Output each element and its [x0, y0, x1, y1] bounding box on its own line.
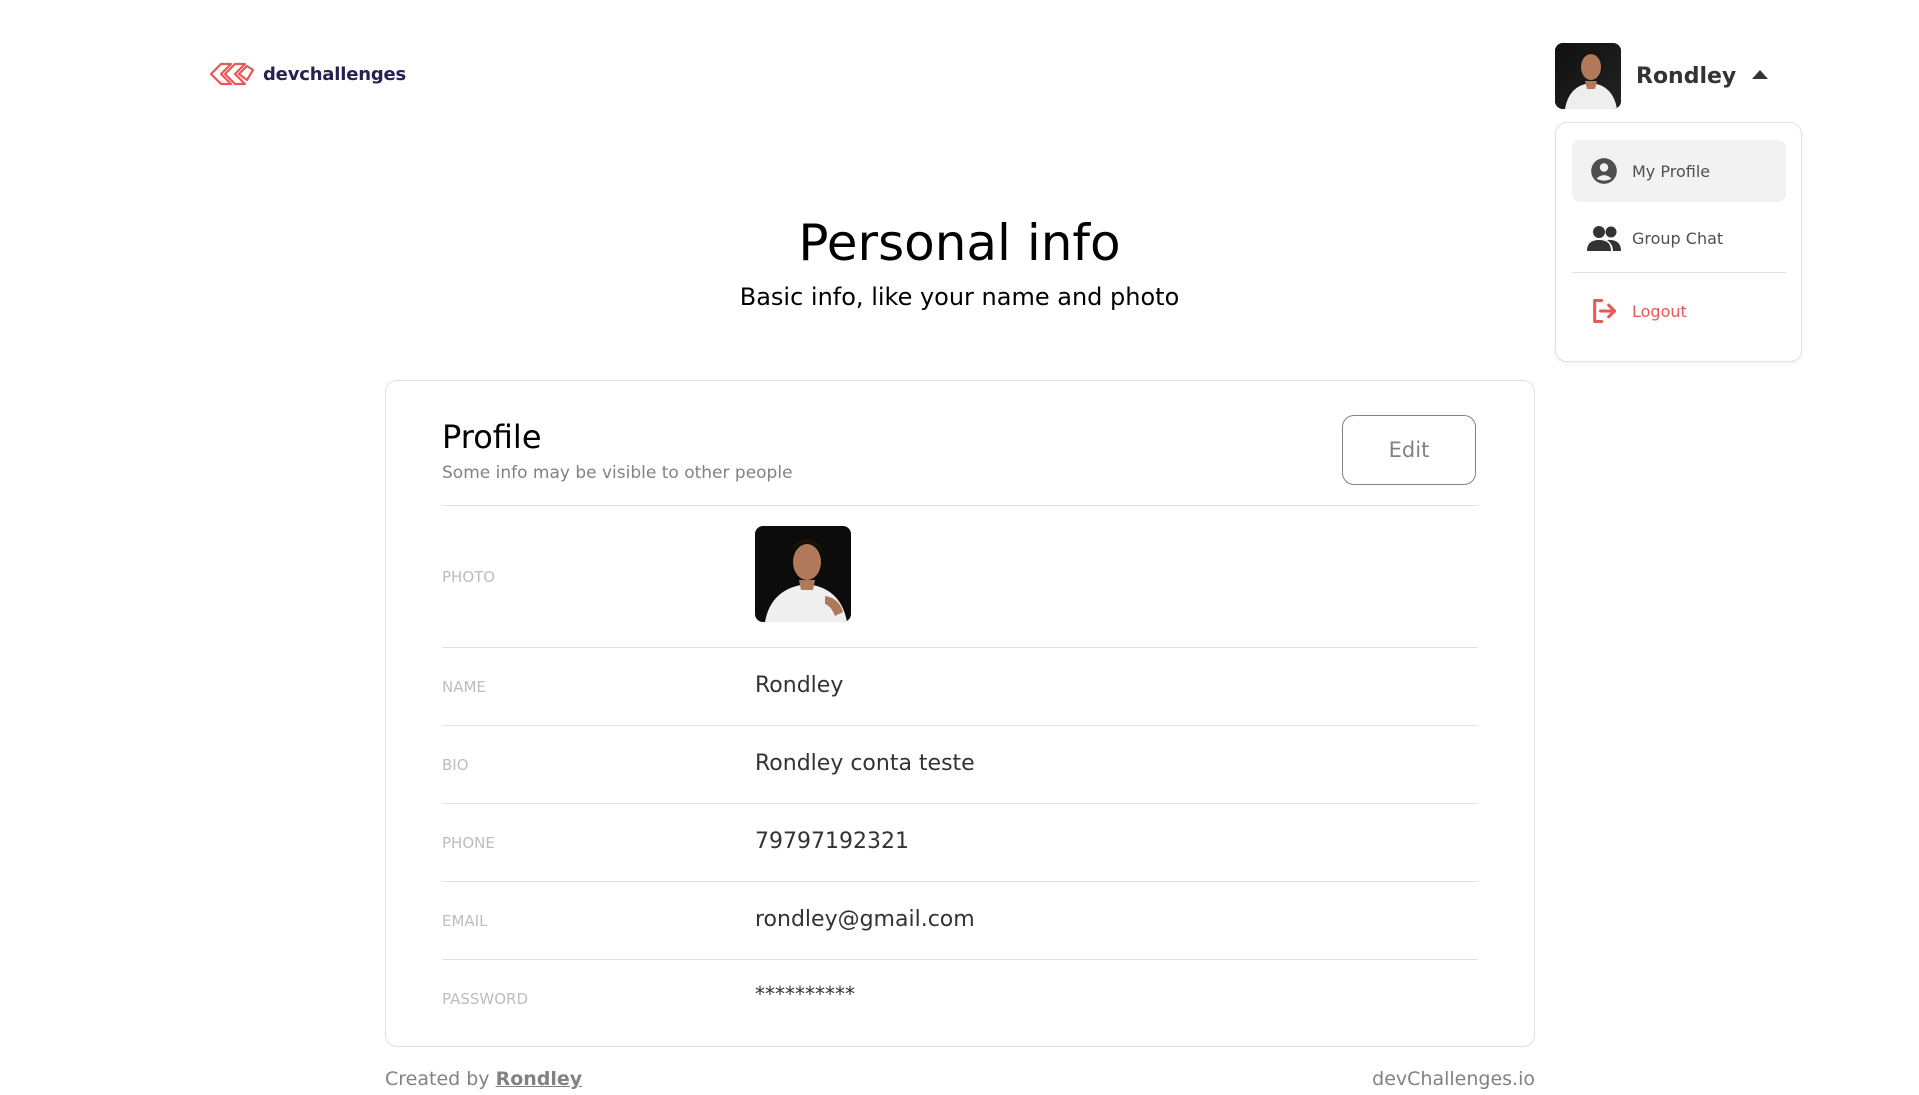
- row-value-password: **********: [755, 982, 855, 1006]
- row-value-email: rondley@gmail.com: [755, 907, 975, 932]
- footer-author-link[interactable]: Rondley: [496, 1068, 583, 1090]
- account-circle-icon: [1586, 157, 1622, 185]
- menu-item-label: My Profile: [1632, 161, 1711, 181]
- profile-row-photo: PHOTO: [442, 505, 1478, 647]
- user-name: Rondley: [1636, 63, 1737, 89]
- profile-photo: [755, 526, 851, 622]
- row-label: PHOTO: [442, 568, 496, 586]
- user-menu-toggle[interactable]: Rondley: [1555, 43, 1768, 109]
- page-subtitle: Basic info, like your name and photo: [739, 283, 1180, 311]
- devchallenges-logo-icon: [209, 62, 255, 86]
- profile-row-password: PASSWORD **********: [442, 959, 1478, 1035]
- menu-divider: [1572, 272, 1786, 273]
- page-title: Personal info: [798, 214, 1121, 272]
- profile-card-title: Profile: [442, 418, 542, 456]
- row-label: NAME: [442, 678, 486, 696]
- edit-button[interactable]: Edit: [1342, 415, 1476, 485]
- profile-card-subtitle: Some info may be visible to other people: [442, 463, 793, 483]
- chevron-up-icon: [1752, 70, 1768, 79]
- footer-credit-prefix: Created by: [385, 1068, 490, 1090]
- logo-text: devchallenges: [263, 63, 407, 85]
- row-value-name: Rondley: [755, 673, 844, 698]
- profile-card: Profile Some info may be visible to othe…: [385, 380, 1535, 1047]
- row-label: PASSWORD: [442, 990, 529, 1008]
- row-value-phone: 79797192321: [755, 829, 909, 854]
- footer-site: devChallenges.io: [1372, 1068, 1535, 1090]
- user-avatar: [1555, 43, 1621, 109]
- footer-credit: Created by Rondley: [385, 1068, 582, 1090]
- logo[interactable]: devchallenges: [205, 60, 406, 88]
- row-label: BIO: [442, 756, 469, 774]
- row-label: EMAIL: [442, 912, 488, 930]
- profile-row-phone: PHONE 79797192321: [442, 803, 1478, 881]
- menu-item-my-profile[interactable]: My Profile: [1572, 140, 1786, 202]
- profile-row-bio: BIO Rondley conta teste: [442, 725, 1478, 803]
- row-label: PHONE: [442, 834, 495, 852]
- profile-row-name: NAME Rondley: [442, 647, 1478, 725]
- row-value-bio: Rondley conta teste: [755, 751, 975, 776]
- profile-row-email: EMAIL rondley@gmail.com: [442, 881, 1478, 959]
